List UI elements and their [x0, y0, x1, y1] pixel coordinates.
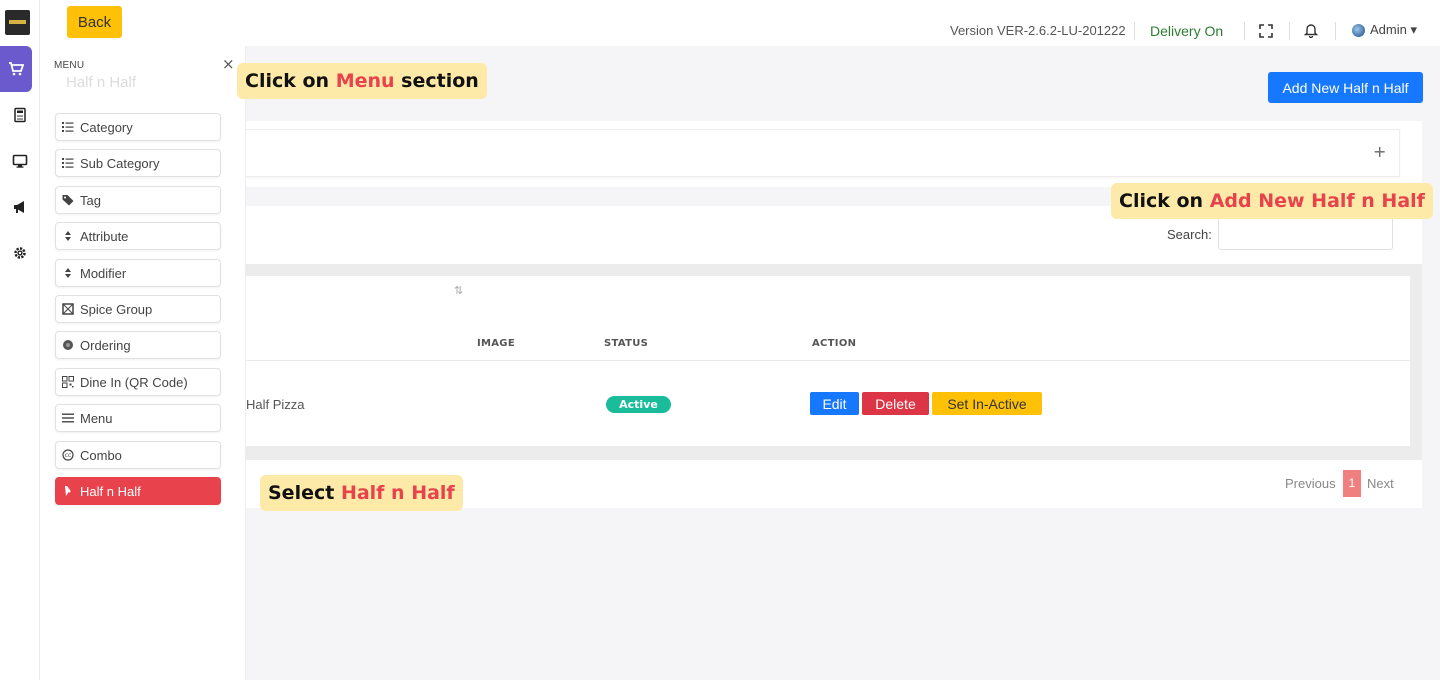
menu-item-dine-in[interactable]: Dine In (QR Code)	[55, 368, 221, 396]
brand-logo[interactable]	[5, 10, 30, 35]
filter-card	[246, 121, 1422, 187]
delivery-status[interactable]: Delivery On	[1150, 23, 1223, 39]
divider	[1335, 22, 1336, 40]
menu-item-category[interactable]: Category	[55, 113, 221, 141]
data-table	[246, 276, 1410, 446]
divider	[1244, 22, 1245, 40]
menu-item-label: Combo	[80, 447, 122, 463]
callout-select-half: Select Half n Half	[260, 475, 463, 511]
callout-highlight: Add New Half n Half	[1209, 190, 1425, 212]
menu-item-spice-group[interactable]: Spice Group	[55, 295, 221, 323]
menu-item-ordering[interactable]: Ordering	[55, 331, 221, 359]
sort-icon	[62, 267, 74, 279]
gear-icon[interactable]	[0, 230, 40, 276]
menu-item-label: Modifier	[80, 265, 127, 281]
table-header-divider	[246, 360, 1410, 361]
callout-text: Click on	[1119, 190, 1210, 212]
monitor-icon[interactable]	[0, 138, 40, 184]
callout-text: section	[394, 70, 479, 92]
column-header-status[interactable]: STATUS	[604, 338, 648, 349]
user-menu[interactable]: Admin ▾	[1352, 22, 1417, 38]
calculator-icon-svg	[14, 107, 26, 123]
column-header-image[interactable]: IMAGE	[477, 338, 515, 349]
search-input[interactable]	[1218, 217, 1393, 250]
add-new-half-n-half-button[interactable]: Add New Half n Half	[1268, 72, 1423, 103]
list-icon	[62, 157, 74, 169]
callout-text: Select	[268, 482, 341, 504]
version-label: Version VER-2.6.2-LU-201222	[950, 23, 1126, 38]
fullscreen-icon[interactable]	[1258, 23, 1274, 39]
callout-menu-section: Click on Menu section	[237, 63, 487, 99]
calculator-icon[interactable]	[0, 92, 40, 138]
tag-icon	[62, 194, 74, 206]
pagination-previous[interactable]: Previous	[1285, 476, 1336, 491]
menu-item-label: Ordering	[80, 337, 131, 353]
menu-item-half-n-half[interactable]: Half n Half	[55, 477, 221, 505]
menu-item-label: Sub Category	[80, 155, 160, 171]
combo-icon: cc	[62, 449, 74, 461]
sort-icon[interactable]: ⇅	[454, 284, 463, 297]
filter-card-inner	[246, 129, 1400, 177]
menu-item-label: Tag	[80, 192, 101, 208]
menu-item-label: Attribute	[80, 228, 129, 244]
divider	[1134, 22, 1135, 40]
menu-item-label: Spice Group	[80, 301, 153, 317]
half-icon	[62, 485, 74, 497]
set-inactive-button[interactable]: Set In-Active	[932, 392, 1042, 415]
row-name-cell: Half Pizza	[246, 397, 305, 412]
pagination-next[interactable]: Next	[1367, 476, 1394, 491]
table-wrapper	[246, 264, 1422, 460]
main-content: Add New Half n Half + Search: ⇅ IMAGE ST…	[246, 46, 1440, 680]
gear-icon-svg	[14, 247, 26, 259]
column-header-action: ACTION	[812, 338, 857, 349]
globe-icon	[1352, 23, 1365, 37]
menu-item-label: Menu	[80, 410, 113, 426]
menu-item-tag[interactable]: Tag	[55, 186, 221, 214]
grid-icon	[62, 303, 74, 315]
list-icon	[62, 121, 74, 133]
svg-text:cc: cc	[65, 452, 72, 459]
callout-highlight: Menu	[335, 70, 395, 92]
megaphone-icon[interactable]	[0, 184, 40, 230]
close-icon[interactable]: ×	[222, 55, 235, 73]
ghost-page-title: Half n Half	[66, 74, 137, 91]
pagination-current-page[interactable]: 1	[1343, 470, 1361, 497]
icon-rail	[0, 0, 40, 680]
menu-item-attribute[interactable]: Attribute	[55, 222, 221, 250]
bars-icon	[62, 412, 74, 424]
menu-item-combo[interactable]: cc Combo	[55, 441, 221, 469]
menu-panel-title: MENU	[54, 60, 85, 71]
status-badge: Active	[606, 396, 671, 413]
menu-item-menu[interactable]: Menu	[55, 404, 221, 432]
monitor-icon-svg	[12, 154, 28, 168]
qr-icon	[62, 376, 74, 388]
back-button[interactable]: Back	[67, 6, 122, 38]
menu-item-label: Dine In (QR Code)	[80, 374, 188, 390]
expand-plus-icon[interactable]: +	[1373, 142, 1386, 161]
top-bar: Back Version VER-2.6.2-LU-201222 Deliver…	[40, 0, 1440, 46]
callout-add-new: Click on Add New Half n Half	[1111, 183, 1433, 219]
callout-text: Click on	[245, 70, 336, 92]
bell-icon[interactable]	[1303, 22, 1319, 38]
circle-icon	[62, 339, 74, 351]
menu-item-label: Category	[80, 119, 133, 135]
menu-item-label: Half n Half	[80, 483, 141, 499]
menu-item-sub-category[interactable]: Sub Category	[55, 149, 221, 177]
sort-icon	[62, 230, 74, 242]
cart-icon-svg	[9, 62, 24, 76]
search-label: Search:	[1167, 227, 1212, 242]
menu-panel: Half n Half MENU × Category Sub Category…	[40, 46, 246, 680]
cart-icon[interactable]	[0, 46, 32, 92]
menu-item-modifier[interactable]: Modifier	[55, 259, 221, 287]
callout-highlight: Half n Half	[340, 482, 455, 504]
megaphone-icon-svg	[14, 201, 24, 213]
user-menu-label: Admin ▾	[1370, 22, 1417, 37]
divider	[1289, 22, 1290, 40]
delete-button[interactable]: Delete	[862, 392, 929, 415]
edit-button[interactable]: Edit	[810, 392, 859, 415]
